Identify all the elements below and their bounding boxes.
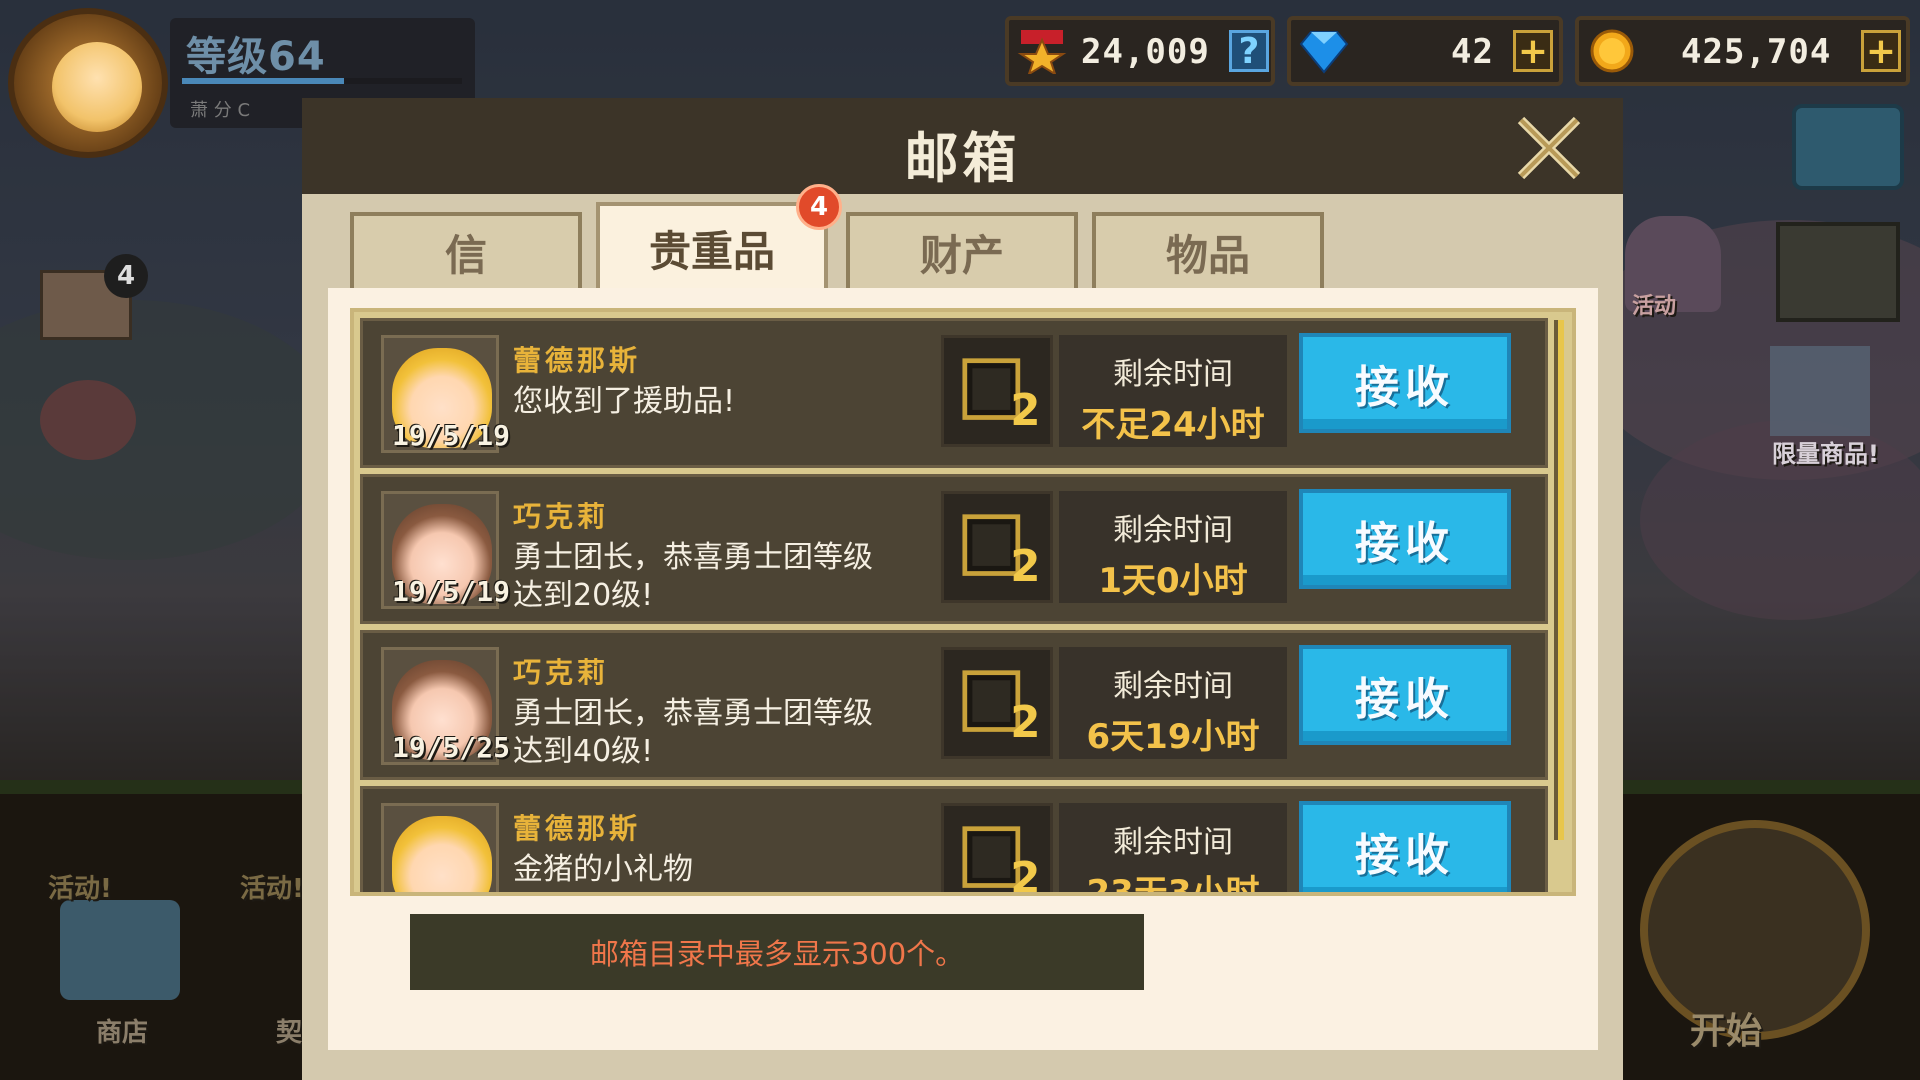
player-subtitle: 萧 分 C xyxy=(190,100,251,121)
time-value: 6天19小时 xyxy=(1086,717,1260,757)
sender-avatar: 19/5/19 xyxy=(381,335,510,453)
mail-message: 金猪的小礼物 xyxy=(513,852,693,887)
mail-sender: 巧克莉 xyxy=(513,656,610,689)
mail-message: 勇士团长，恭喜勇士团等级达到40级! xyxy=(513,696,873,769)
player-portrait-frame[interactable] xyxy=(8,8,168,158)
sender-avatar xyxy=(381,803,499,892)
svg-text:2: 2 xyxy=(1010,698,1040,748)
trophy-value: 24,009 xyxy=(1081,32,1210,72)
time-value: 不足24小时 xyxy=(1081,405,1265,445)
mail-content-area: 19/5/19 蕾德那斯 您收到了援助品! 2 剩余时间 不足24小时 接收 1… xyxy=(328,288,1598,1050)
receive-button[interactable]: 接收 xyxy=(1299,645,1511,745)
mail-row: 19/5/19 巧克莉 勇士团长，恭喜勇士团等级达到20级! 2 剩余时间 1天… xyxy=(360,474,1548,624)
time-label: 剩余时间 xyxy=(1113,825,1233,860)
time-label: 剩余时间 xyxy=(1113,513,1233,548)
tab-label: 信 xyxy=(444,230,487,280)
mail-sender: 蕾德那斯 xyxy=(513,812,642,845)
gold-value: 425,704 xyxy=(1681,32,1832,72)
remaining-time: 剩余时间 不足24小时 xyxy=(1059,335,1287,447)
shop-label: 商店 xyxy=(96,1018,149,1048)
sender-avatar: 19/5/25 xyxy=(381,647,510,765)
chat-bubble-icon[interactable] xyxy=(40,380,136,460)
mailbox-limit-notice: 邮箱目录中最多显示300个。 xyxy=(410,914,1144,990)
time-value: 23天3小时 xyxy=(1086,873,1260,896)
shop-icon[interactable] xyxy=(60,900,180,1000)
mailbox-panel: 邮箱 信 贵重品 4 财产 物品 19/5/19 蕾德那斯 您收到了援助品! 2… xyxy=(302,98,1623,1080)
level-progress-fill xyxy=(182,78,345,84)
mail-row: 19/5/25 巧克莉 勇士团长，恭喜勇士团等级达到40级! 2 剩余时间 6天… xyxy=(360,630,1548,780)
level-progress-bar xyxy=(182,78,462,84)
mail-date: 19/5/19 xyxy=(392,419,511,452)
limited-item-icon[interactable] xyxy=(1770,346,1870,436)
receive-button[interactable]: 接收 xyxy=(1299,801,1511,892)
gold-coin-icon xyxy=(1590,29,1634,73)
trophy-currency: 24,009 ? xyxy=(1005,16,1275,86)
mail-row: 蕾德那斯 金猪的小礼物 2 剩余时间 23天3小时 接收 xyxy=(360,786,1548,896)
tab-valuables-badge: 4 xyxy=(796,184,842,230)
svg-text:2: 2 xyxy=(1010,854,1040,896)
tab-valuables[interactable]: 贵重品 xyxy=(596,202,828,290)
remaining-time: 剩余时间 6天19小时 xyxy=(1059,647,1287,759)
tab-label: 财产 xyxy=(919,230,1004,280)
receive-button[interactable]: 接收 xyxy=(1299,489,1511,589)
mail-date: 19/5/19 xyxy=(392,575,511,608)
svg-text:2: 2 xyxy=(1010,386,1040,436)
tab-letters[interactable]: 信 xyxy=(350,212,582,288)
mail-date: 19/5/25 xyxy=(392,731,511,764)
blue-gem-icon xyxy=(1299,31,1349,74)
time-label: 剩余时间 xyxy=(1113,357,1233,392)
mail-count-badge: 4 xyxy=(104,254,148,298)
gold-currency: 425,704 + xyxy=(1575,16,1910,86)
sender-avatar: 19/5/19 xyxy=(381,491,510,609)
level-label: 等级64 xyxy=(186,34,326,80)
scroll-reward-icon: 2 xyxy=(941,335,1053,447)
receive-button[interactable]: 接收 xyxy=(1299,333,1511,433)
remaining-time: 剩余时间 23天3小时 xyxy=(1059,803,1287,896)
time-value: 1天0小时 xyxy=(1098,561,1248,601)
mail-message: 您收到了援助品! xyxy=(513,384,736,419)
tab-assets[interactable]: 财产 xyxy=(846,212,1078,288)
mailbox-title: 邮箱 xyxy=(904,127,1021,190)
scroll-reward-icon: 2 xyxy=(941,803,1053,896)
close-icon[interactable] xyxy=(1511,110,1587,186)
scroll-reward-icon: 2 xyxy=(941,491,1053,603)
mail-list[interactable]: 19/5/19 蕾德那斯 您收到了援助品! 2 剩余时间 不足24小时 接收 1… xyxy=(350,308,1576,896)
scroll-reward-icon: 2 xyxy=(941,647,1053,759)
tab-items[interactable]: 物品 xyxy=(1092,212,1324,288)
event-label: 活动 xyxy=(1632,294,1677,319)
gem-value: 42 xyxy=(1451,32,1494,72)
contract-event-tag: 活动! xyxy=(240,874,304,904)
tab-label: 贵重品 xyxy=(648,226,775,276)
mail-message: 勇士团长，恭喜勇士团等级达到20级! xyxy=(513,540,873,613)
mailbox-header: 邮箱 xyxy=(302,98,1623,194)
mail-list-scrollbar[interactable] xyxy=(1554,320,1564,840)
remaining-time: 剩余时间 1天0小时 xyxy=(1059,491,1287,603)
chat-icon[interactable] xyxy=(1792,104,1904,190)
time-label: 剩余时间 xyxy=(1113,669,1233,704)
gem-add-button[interactable]: + xyxy=(1513,30,1553,72)
mail-sender: 蕾德那斯 xyxy=(513,344,642,377)
limited-item-label: 限量商品! xyxy=(1772,440,1879,468)
gold-add-button[interactable]: + xyxy=(1861,30,1901,72)
mail-sender: 巧克莉 xyxy=(513,500,610,533)
trophy-help-button[interactable]: ? xyxy=(1229,30,1269,72)
blonde-girl-avatar-icon xyxy=(392,816,492,892)
svg-text:2: 2 xyxy=(1010,542,1040,592)
gem-currency: 42 + xyxy=(1287,16,1563,86)
shop-event-tag: 活动! xyxy=(48,874,112,904)
treasure-chest-icon[interactable] xyxy=(1776,222,1900,322)
mail-row: 19/5/19 蕾德那斯 您收到了援助品! 2 剩余时间 不足24小时 接收 xyxy=(360,318,1548,468)
tab-label: 物品 xyxy=(1165,230,1250,280)
player-avatar xyxy=(52,42,142,132)
start-label: 开始 xyxy=(1690,1011,1763,1052)
trophy-medal-icon xyxy=(1017,30,1067,74)
